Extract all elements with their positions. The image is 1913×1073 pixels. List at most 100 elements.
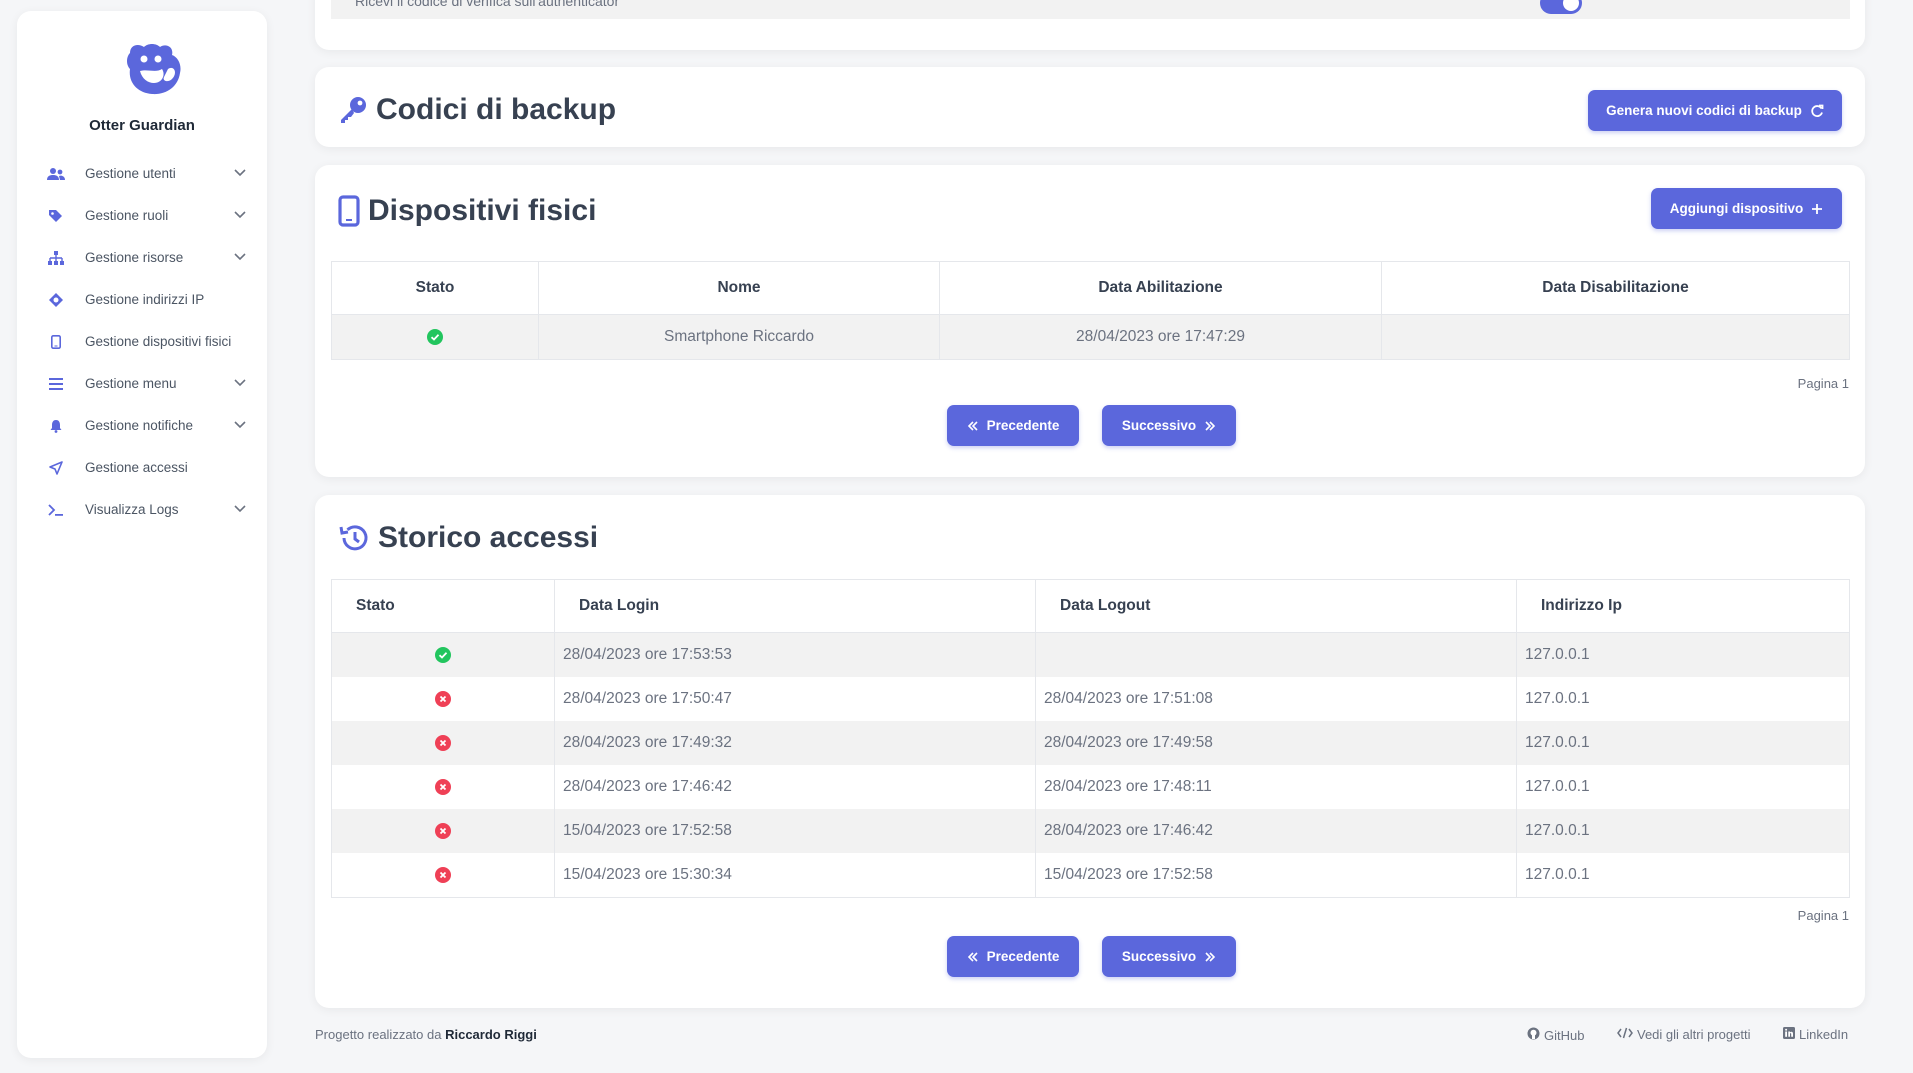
sidebar-item-label: Gestione dispositivi fisici	[85, 334, 232, 349]
status-cell	[331, 314, 539, 360]
x-circle-icon	[435, 778, 451, 795]
generate-backup-codes-button[interactable]: Genera nuovi codici di backup	[1588, 90, 1842, 131]
sidebar-item-gestione-dispositivi-fisici[interactable]: Gestione dispositivi fisici	[17, 321, 267, 363]
table-header-row: Stato Data Login Data Logout Indirizzo I…	[331, 579, 1850, 633]
plus-icon	[1811, 203, 1823, 215]
chevron-down-icon	[233, 417, 247, 431]
status-cell	[331, 853, 555, 898]
linkedin-icon	[1783, 1027, 1795, 1042]
previous-page-button[interactable]: Precedente	[947, 405, 1079, 446]
column-header[interactable]: Nome	[538, 261, 940, 315]
chevron-down-icon	[233, 207, 247, 221]
login-date-cell: 28/04/2023 ore 17:46:42	[554, 765, 1036, 809]
add-device-label: Aggiungi dispositivo	[1669, 201, 1804, 216]
ip-address-cell: 127.0.0.1	[1516, 853, 1850, 898]
double-chevron-left-icon	[967, 951, 979, 963]
next-page-label: Successivo	[1121, 949, 1197, 964]
github-link[interactable]: GitHub	[1527, 1027, 1584, 1043]
status-cell	[331, 809, 555, 853]
app-name: Otter Guardian	[89, 117, 195, 134]
login-date-cell: 15/04/2023 ore 15:30:34	[554, 853, 1036, 898]
access-history-table: Stato Data Login Data Logout Indirizzo I…	[331, 579, 1850, 898]
double-chevron-right-icon	[1204, 951, 1216, 963]
column-header[interactable]: Stato	[331, 579, 555, 633]
chevron-down-icon	[233, 249, 247, 263]
sidebar-item-label: Visualizza Logs	[85, 502, 179, 517]
next-page-button[interactable]: Successivo	[1102, 405, 1236, 446]
history-icon	[338, 522, 370, 554]
previous-page-label: Precedente	[986, 418, 1060, 433]
double-chevron-right-icon	[1204, 420, 1216, 432]
column-header[interactable]: Data Login	[554, 579, 1036, 633]
other-projects-link[interactable]: Vedi gli altri progetti	[1617, 1027, 1750, 1042]
next-page-button[interactable]: Successivo	[1102, 936, 1236, 977]
login-date-cell: 28/04/2023 ore 17:53:53	[554, 632, 1036, 677]
sidebar-item-label: Gestione utenti	[85, 166, 176, 181]
next-page-label: Successivo	[1121, 418, 1197, 433]
sidebar-item-gestione-indirizzi-ip[interactable]: Gestione indirizzi IP	[17, 279, 267, 321]
sidebar-item-label: Gestione notifiche	[85, 418, 194, 433]
status-cell	[331, 721, 555, 765]
x-circle-icon	[435, 822, 451, 839]
column-header[interactable]: Indirizzo Ip	[1516, 579, 1850, 633]
sidebar-item-visualizza-logs[interactable]: Visualizza Logs	[17, 489, 267, 531]
add-device-button[interactable]: Aggiungi dispositivo	[1651, 188, 1842, 229]
otter-logo[interactable]	[122, 39, 188, 99]
code-icon	[1617, 1027, 1633, 1042]
sidebar: Otter Guardian Gestione utenti Gestione …	[17, 11, 267, 1058]
two-factor-card: Ricevi il codice di verifica sull'authen…	[315, 0, 1865, 50]
network-icon	[47, 291, 65, 309]
sidebar-nav: Gestione utenti Gestione ruoli Gestione …	[17, 153, 267, 531]
bars-icon	[47, 375, 65, 393]
generate-backup-codes-label: Genera nuovi codici di backup	[1606, 103, 1802, 118]
previous-page-label: Precedente	[986, 949, 1060, 964]
chevron-down-icon	[233, 375, 247, 389]
logout-date-cell: 28/04/2023 ore 17:49:58	[1035, 721, 1517, 765]
chevron-down-icon	[233, 165, 247, 179]
column-header[interactable]: Data Logout	[1035, 579, 1517, 633]
column-header[interactable]: Data Disabilitazione	[1381, 261, 1850, 315]
status-cell	[331, 765, 555, 809]
two-factor-description: Ricevi il codice di verifica sull'authen…	[355, 0, 620, 9]
check-circle-icon	[427, 328, 443, 345]
sidebar-item-gestione-accessi[interactable]: Gestione accessi	[17, 447, 267, 489]
column-header[interactable]: Stato	[331, 261, 539, 315]
table-row: 28/04/2023 ore 17:53:53 127.0.0.1	[331, 632, 1850, 677]
tags-icon	[47, 207, 65, 225]
device-name-cell: Smartphone Riccardo	[538, 314, 940, 360]
footer-author-link[interactable]: Riccardo Riggi	[445, 1027, 537, 1042]
logout-date-cell: 28/04/2023 ore 17:46:42	[1035, 809, 1517, 853]
table-row: 15/04/2023 ore 15:30:34 15/04/2023 ore 17…	[331, 853, 1850, 898]
devices-title: Dispositivi fisici	[338, 194, 596, 228]
table-row: 28/04/2023 ore 17:50:47 28/04/2023 ore 17…	[331, 677, 1850, 721]
backup-codes-heading: Codici di backup	[376, 93, 617, 126]
logout-date-cell: 28/04/2023 ore 17:48:11	[1035, 765, 1517, 809]
sidebar-item-label: Gestione accessi	[85, 460, 188, 475]
terminal-icon	[47, 501, 65, 519]
github-icon	[1527, 1027, 1540, 1043]
access-history-title: Storico accessi	[338, 521, 598, 555]
x-circle-icon	[435, 734, 451, 751]
devices-heading: Dispositivi fisici	[368, 194, 597, 227]
column-header[interactable]: Data Abilitazione	[939, 261, 1382, 315]
table-header-row: Stato Nome Data Abilitazione Data Disabi…	[331, 261, 1850, 315]
other-projects-label: Vedi gli altri progetti	[1637, 1027, 1751, 1042]
sidebar-item-gestione-ruoli[interactable]: Gestione ruoli	[17, 195, 267, 237]
sidebar-item-gestione-notifiche[interactable]: Gestione notifiche	[17, 405, 267, 447]
status-cell	[331, 677, 555, 721]
sidebar-item-gestione-menu[interactable]: Gestione menu	[17, 363, 267, 405]
location-arrow-icon	[47, 459, 65, 477]
ip-address-cell: 127.0.0.1	[1516, 677, 1850, 721]
sidebar-item-gestione-utenti[interactable]: Gestione utenti	[17, 153, 267, 195]
refresh-icon	[1810, 104, 1824, 118]
footer-credit: Progetto realizzato da Riccardo Riggi	[315, 1027, 537, 1042]
page-indicator: Pagina 1	[1797, 376, 1849, 391]
two-factor-row: Ricevi il codice di verifica sull'authen…	[331, 0, 1850, 19]
github-label: GitHub	[1544, 1027, 1585, 1043]
two-factor-toggle[interactable]	[1540, 0, 1582, 14]
previous-page-button[interactable]: Precedente	[947, 936, 1079, 977]
access-history-card: Storico accessi Stato Data Login Data Lo…	[315, 495, 1865, 1008]
sidebar-item-gestione-risorse[interactable]: Gestione risorse	[17, 237, 267, 279]
linkedin-link[interactable]: LinkedIn	[1783, 1027, 1848, 1042]
disabled-date-cell	[1381, 314, 1850, 360]
